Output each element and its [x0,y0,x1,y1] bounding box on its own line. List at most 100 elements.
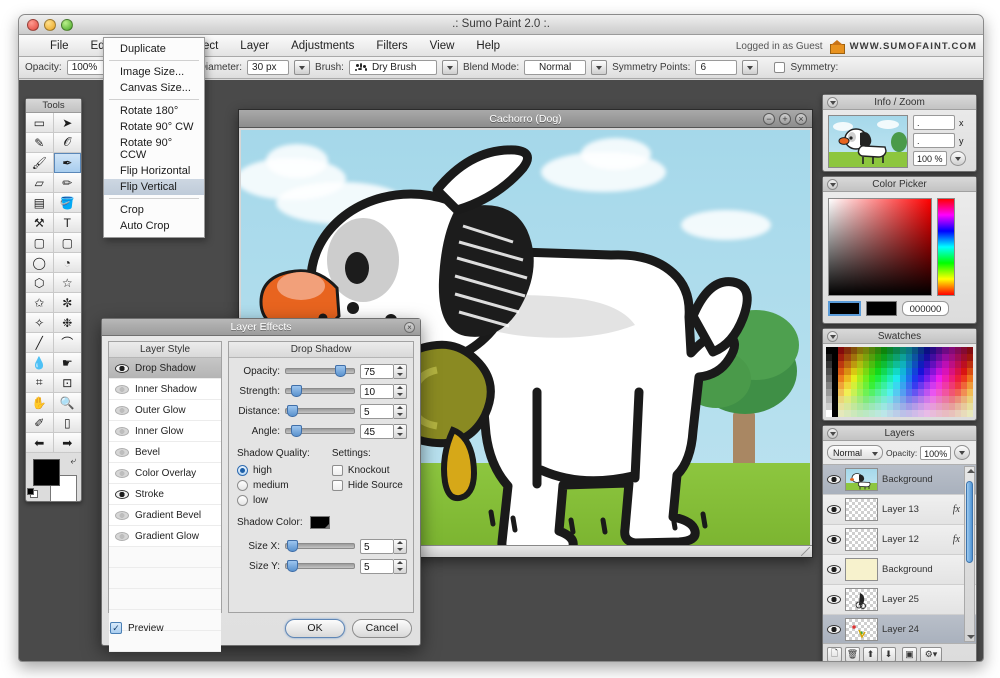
layer-row[interactable]: Background [823,465,976,495]
menu-item-auto-crop[interactable]: Auto Crop [104,218,204,234]
spinner-buttons[interactable] [394,363,407,379]
color-swatch[interactable] [966,403,973,410]
default-colors-fg-icon[interactable] [27,488,34,495]
menu-file[interactable]: File [39,37,80,55]
slider-knob[interactable] [287,405,299,417]
slider-track[interactable] [285,404,355,418]
layer-visibility-eye-icon[interactable] [827,475,841,484]
layer-visibility-eye-icon[interactable] [827,505,841,514]
slider-track[interactable] [285,559,355,573]
new-layer-icon[interactable]: 🗋 [827,646,842,661]
redo-arrow-tool[interactable]: ➡ [53,433,81,453]
eye-icon[interactable] [115,447,129,457]
menu-item-rotate-90-ccw[interactable]: Rotate 90° CCW [104,135,204,163]
layer-style-row[interactable]: Outer Glow [109,400,221,421]
radio-low[interactable] [237,495,248,506]
slider-value-input[interactable]: 75 [360,363,394,379]
lasso-tool[interactable]: 𝒪 [53,133,81,153]
color-swatch[interactable] [966,375,973,382]
preview-checkbox[interactable]: ✓ [110,622,122,634]
layer-style-row[interactable]: Inner Glow [109,421,221,442]
saturation-value-field[interactable] [828,198,932,296]
line-tool[interactable]: ╱ [26,333,54,353]
slider-track[interactable] [285,364,355,378]
menu-layer[interactable]: Layer [229,37,280,55]
star-shape-tool[interactable]: ✩ [26,293,54,313]
layer-row[interactable]: Layer 12 fx [823,525,976,555]
menu-item-duplicate[interactable]: Duplicate [104,41,204,57]
spinner-buttons[interactable] [394,423,407,439]
curve-tool[interactable]: ⌒ [53,333,81,353]
resize-grip-icon[interactable] [801,547,810,556]
menu-item-rotate-90-cw[interactable]: Rotate 90° CW [104,119,204,135]
checkbox-row[interactable]: Hide Source [331,478,403,493]
diameter-input[interactable]: 30 px [247,60,290,75]
layer-style-row[interactable]: Color Overlay [109,463,221,484]
collapse-twirl-icon[interactable] [827,179,838,190]
magic-wand-tool[interactable]: ✎ [26,133,54,153]
hue-slider[interactable] [937,198,955,296]
eye-icon[interactable] [115,468,129,478]
layer-blend-mode-select[interactable]: Normal [827,445,883,460]
eye-icon[interactable] [115,489,129,499]
menu-filters[interactable]: Filters [365,37,418,55]
star-outline-tool[interactable]: ☆ [53,273,81,293]
slider-value-input[interactable]: 10 [360,383,394,399]
rectangle-shape-tool[interactable]: ▢ [26,233,54,253]
paint-bucket-tool[interactable]: 🪣 [53,193,81,213]
zoom-dropdown-icon[interactable] [950,151,966,166]
layer-visibility-eye-icon[interactable] [827,535,841,544]
eye-icon[interactable] [115,426,129,436]
symmetry-points-input[interactable]: 6 [695,60,738,75]
clone-stamp-tool[interactable]: ⚒ [26,213,54,233]
layer-row[interactable]: Background [823,555,976,585]
collapse-twirl-icon[interactable] [827,331,838,342]
paintbrush-tool[interactable]: ✒ [53,153,81,173]
ok-button[interactable]: OK [285,618,345,638]
foreground-color-swatch[interactable] [33,459,60,486]
smudge-tool[interactable]: ☛ [53,353,81,373]
color-swatch[interactable] [966,347,973,354]
polygon-shape-tool[interactable]: ⬡ [26,273,54,293]
color-swatch[interactable] [966,389,973,396]
eraser-tool[interactable]: ▱ [26,173,54,193]
layer-settings-icon[interactable]: ⚙▾ [920,646,942,661]
canvas-close-icon[interactable]: × [795,113,807,125]
scrollbar-thumb[interactable] [966,481,973,563]
menu-help[interactable]: Help [465,37,511,55]
color-swatch[interactable] [966,368,973,375]
layer-row[interactable]: Layer 24 [823,615,976,643]
shadow-color-swatch[interactable] [309,516,330,529]
pencil-tool[interactable]: ✏ [53,173,81,193]
hex-color-input[interactable]: 000000 [902,301,949,316]
slider-track[interactable] [285,424,355,438]
color-swatch[interactable] [966,396,973,403]
layers-scrollbar[interactable] [964,466,975,642]
dialog-close-icon[interactable]: × [404,322,415,333]
image-menu-dropdown[interactable]: Duplicate Image Size... Canvas Size... R… [103,37,205,238]
cancel-button[interactable]: Cancel [352,618,412,638]
layer-fx-badge[interactable]: fx [953,534,960,545]
radio-medium[interactable] [237,480,248,491]
collapse-twirl-icon[interactable] [827,428,838,439]
flower-shape-tool[interactable]: ✼ [53,293,81,313]
color-swatch[interactable] [966,354,973,361]
eye-icon[interactable] [115,531,129,541]
eye-icon[interactable] [115,510,129,520]
menu-item-image-size[interactable]: Image Size... [104,64,204,80]
slider-knob[interactable] [287,540,299,552]
move-layer-up-icon[interactable]: ⬆ [863,646,878,661]
slider-knob[interactable] [290,425,302,437]
spinner-buttons[interactable] [394,383,407,399]
checkbox-hide-source[interactable] [331,480,343,491]
slice-tool[interactable]: ⊡ [53,373,81,393]
layer-opacity-dropdown-icon[interactable] [954,445,971,460]
menu-view[interactable]: View [419,37,466,55]
slider-knob[interactable] [287,560,299,572]
pie-shape-tool[interactable]: ◔ [53,253,81,273]
cursor-y-input[interactable]: . [913,133,955,148]
layer-row[interactable]: Layer 13 fx [823,495,976,525]
color-swatch[interactable] [966,361,973,368]
slider-value-input[interactable]: 5 [360,538,394,554]
radio-row[interactable]: high [237,463,310,478]
